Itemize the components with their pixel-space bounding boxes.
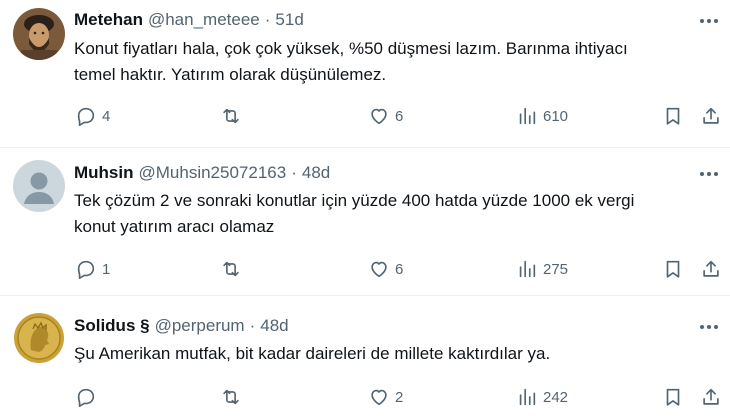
tweet-header: Muhsin @Muhsin25072163 · 48d [74, 162, 330, 184]
reply-icon [77, 260, 95, 279]
display-name[interactable]: Metehan [74, 10, 143, 30]
separator-dot: · [264, 10, 271, 29]
tweet[interactable]: Muhsin @Muhsin25072163 · 48d Tek çözüm 2… [0, 148, 730, 294]
bookmark-button[interactable] [662, 384, 684, 410]
tweet-text-line: Tek çözüm 2 ve sonraki konutlar için yüz… [74, 191, 635, 210]
share-button[interactable] [700, 103, 722, 129]
views-button[interactable]: 610 [516, 103, 568, 129]
more-icon [700, 172, 718, 176]
timestamp[interactable]: 48d [260, 316, 288, 336]
tweet[interactable]: Solidus § @perperum · 48d Şu Amerikan mu… [0, 296, 730, 420]
tweet-text-line: konut yatırım aracı olamaz [74, 217, 275, 236]
tweet-header: Metehan @han_meteee · 51d [74, 9, 304, 31]
like-button[interactable]: 2 [368, 384, 403, 410]
default-user-avatar-icon [13, 160, 65, 212]
reply-icon [77, 388, 95, 407]
retweet-icon [223, 261, 239, 277]
view-count: 242 [543, 388, 569, 406]
bookmark-icon [666, 388, 680, 406]
views-icon [519, 107, 536, 125]
like-icon [371, 389, 387, 406]
action-bar: 1 6 275 [0, 256, 730, 282]
more-icon [700, 325, 718, 329]
replies-feed: Metehan @han_meteee · 51d Konut fiyatlar… [0, 0, 730, 420]
bookmark-icon [666, 107, 680, 125]
avatar[interactable] [13, 160, 65, 212]
reply-count: 4 [102, 107, 111, 125]
view-count: 275 [543, 260, 569, 278]
bookmark-button[interactable] [662, 256, 684, 282]
share-icon [703, 260, 719, 277]
tweet-text-line: Konut fiyatları hala, çok çok yüksek, %5… [74, 39, 628, 58]
display-name[interactable]: Solidus § [74, 316, 150, 336]
more-icon [700, 19, 718, 23]
retweet-button[interactable] [220, 256, 247, 282]
action-bar: 4 6 610 [0, 103, 730, 129]
bookmark-icon [666, 260, 680, 278]
views-icon [519, 388, 536, 406]
timestamp[interactable]: 48d [302, 163, 330, 183]
reply-icon [77, 107, 95, 126]
user-handle[interactable]: @Muhsin25072163 [139, 163, 287, 183]
avatar[interactable] [13, 312, 65, 364]
more-options-button[interactable] [698, 11, 720, 31]
like-count: 2 [395, 388, 404, 406]
share-icon [703, 388, 719, 405]
user-handle[interactable]: @han_meteee [148, 10, 260, 30]
retweet-button[interactable] [220, 384, 247, 410]
display-name[interactable]: Muhsin [74, 163, 134, 183]
historical-portrait-avatar-icon [13, 8, 65, 60]
views-button[interactable]: 242 [516, 384, 568, 410]
view-count: 610 [543, 107, 569, 125]
like-button[interactable]: 6 [368, 256, 403, 282]
share-button[interactable] [700, 384, 722, 410]
tweet-header: Solidus § @perperum · 48d [74, 315, 289, 337]
gold-coin-avatar-icon [13, 312, 65, 364]
like-count: 6 [395, 260, 404, 278]
user-handle[interactable]: @perperum [155, 316, 245, 336]
separator-dot: · [249, 316, 256, 335]
like-count: 6 [395, 107, 404, 125]
share-icon [703, 107, 719, 124]
more-options-button[interactable] [698, 317, 720, 337]
reply-count: 1 [102, 260, 111, 278]
reply-button[interactable]: 4 [75, 103, 110, 129]
tweet-text: Tek çözüm 2 ve sonraki konutlar için yüz… [74, 188, 724, 240]
reply-button[interactable] [75, 384, 102, 410]
separator-dot: · [291, 163, 297, 182]
more-options-button[interactable] [698, 164, 720, 184]
share-button[interactable] [700, 256, 722, 282]
retweet-icon [223, 108, 239, 124]
retweet-icon [223, 389, 239, 405]
like-icon [371, 261, 387, 278]
avatar[interactable] [13, 8, 65, 60]
tweet-text-line: Şu Amerikan mutfak, bit kadar daireleri … [74, 344, 551, 363]
bookmark-button[interactable] [662, 103, 684, 129]
retweet-button[interactable] [220, 103, 247, 129]
timestamp[interactable]: 51d [275, 10, 303, 30]
tweet-text: Şu Amerikan mutfak, bit kadar daireleri … [74, 341, 724, 367]
reply-button[interactable]: 1 [75, 256, 110, 282]
like-icon [371, 108, 387, 125]
views-icon [519, 260, 536, 278]
tweet[interactable]: Metehan @han_meteee · 51d Konut fiyatlar… [0, 0, 730, 147]
like-button[interactable]: 6 [368, 103, 403, 129]
tweet-text: Konut fiyatları hala, çok çok yüksek, %5… [74, 36, 724, 88]
views-button[interactable]: 275 [516, 256, 568, 282]
action-bar: 2 242 [0, 384, 730, 410]
tweet-text-line: temel haktır. Yatırım olarak düşünülemez… [74, 65, 387, 84]
